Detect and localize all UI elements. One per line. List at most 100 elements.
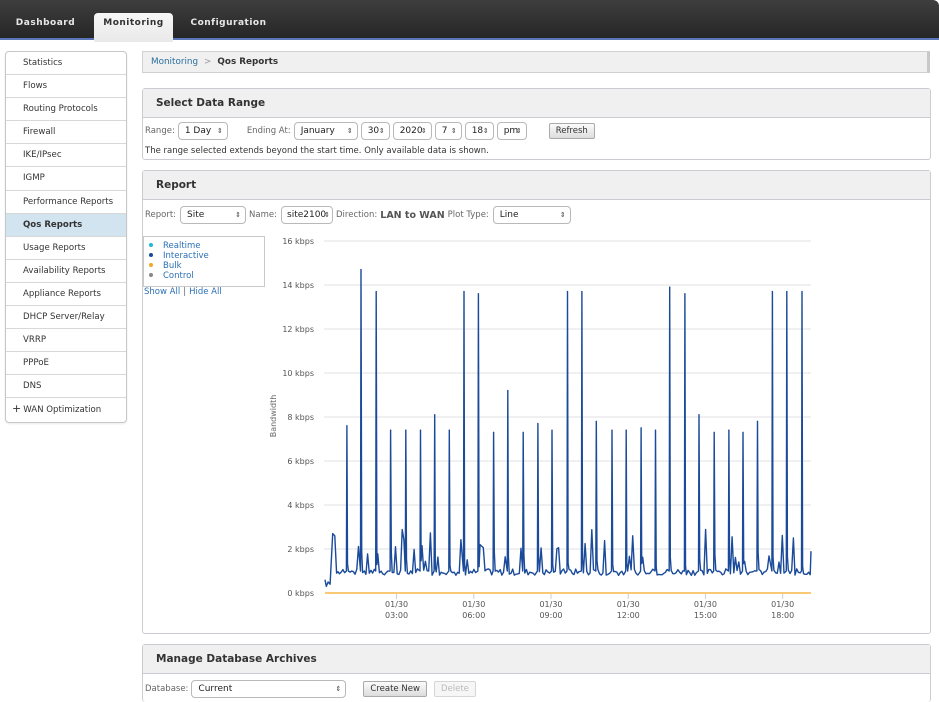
database-label: Database: xyxy=(145,684,189,694)
archives-panel: Manage Database Archives Database: Curre… xyxy=(142,644,931,702)
sidebar-item-label: IKE/IPsec xyxy=(23,150,62,161)
breadcrumb-current: Qos Reports xyxy=(217,57,279,67)
legend-item-control[interactable]: Control xyxy=(149,271,264,281)
ending-at-label: Ending At: xyxy=(246,126,291,136)
select-arrows-icon: ⇕ xyxy=(450,127,457,135)
year-value: 2020 xyxy=(399,126,423,136)
legend-dot-icon xyxy=(149,262,153,267)
refresh-button[interactable]: Refresh xyxy=(548,123,595,139)
month-value: January xyxy=(300,126,335,136)
legend-dot-icon xyxy=(149,252,153,257)
select-arrows-icon: ⇕ xyxy=(346,127,353,135)
hour-select[interactable]: 7 ⇕ xyxy=(434,122,462,140)
separator: | xyxy=(183,287,187,297)
report-controls: Report: Site ⇕ Name: site2100 ⇕ Direction:… xyxy=(145,206,571,224)
legend-item-realtime[interactable]: Realtime xyxy=(149,241,264,251)
report-label: Report: xyxy=(145,210,177,220)
sidebar-item-flows[interactable]: Flows xyxy=(6,75,126,99)
legend-item-interactive[interactable]: Interactive xyxy=(149,251,264,261)
select-arrows-icon: ⇕ xyxy=(324,211,330,219)
select-arrows-icon: ⇕ xyxy=(559,211,566,219)
select-arrows-icon: ⇕ xyxy=(515,127,522,135)
data-range-panel: Select Data Range Range: 1 Day ⇕ Ending A… xyxy=(142,88,931,160)
panel-title: Manage Database Archives xyxy=(143,645,930,674)
select-arrows-icon: ⇕ xyxy=(378,127,385,135)
direction-label: Direction: xyxy=(336,210,378,220)
sidebar-item-availability-reports[interactable]: Availability Reports xyxy=(6,260,126,283)
show-all-link[interactable]: Show All xyxy=(144,287,180,297)
create-new-button[interactable]: Create New xyxy=(363,681,427,697)
panel-title: Select Data Range xyxy=(143,89,930,118)
sidebar-item-label: Performance Reports xyxy=(23,196,114,207)
select-arrows-icon: ⇕ xyxy=(335,685,342,693)
select-arrows-icon: ⇕ xyxy=(235,211,242,219)
database-value: Current xyxy=(198,684,233,694)
tab-dashboard[interactable]: Dashboard xyxy=(8,13,83,40)
range-note: The range selected extends beyond the st… xyxy=(145,146,489,156)
tab-monitoring[interactable]: Monitoring xyxy=(94,13,173,42)
plot-type-value: Line xyxy=(499,210,519,220)
name-select[interactable]: site2100 ⇕ xyxy=(281,206,333,224)
sidebar-item-label: WAN Optimization xyxy=(23,405,102,416)
range-select[interactable]: 1 Day ⇕ xyxy=(177,122,228,140)
report-value: Site xyxy=(187,210,205,220)
chevron-right-icon: > xyxy=(204,57,212,67)
archive-controls: Database: Current ⇕ Create New Delete xyxy=(145,680,476,698)
database-select[interactable]: Current ⇕ xyxy=(191,680,347,698)
range-controls: Range: 1 Day ⇕ Ending At: January ⇕ 30 ⇕ 20… xyxy=(145,122,595,140)
legend-label: Interactive xyxy=(163,251,209,261)
sidebar-item-firewall[interactable]: Firewall xyxy=(6,121,126,145)
legend-label: Realtime xyxy=(163,241,201,251)
sidebar-item-vrrp[interactable]: VRRP xyxy=(6,329,126,353)
sidebar-item-pppoe[interactable]: PPPoE xyxy=(6,352,126,376)
select-arrows-icon: ⇕ xyxy=(482,127,489,135)
sidebar-item-usage-reports[interactable]: Usage Reports xyxy=(6,237,126,260)
breadcrumb-monitoring-link[interactable]: Monitoring xyxy=(151,57,198,67)
sidebar-item-label: VRRP xyxy=(23,335,47,346)
ampm-select[interactable]: pm ⇕ xyxy=(496,122,527,140)
sidebar-item-qos-reports[interactable]: Qos Reports xyxy=(6,213,126,237)
sidebar: Statistics Flows Routing Protocols Firew… xyxy=(5,51,127,423)
legend-label: Bulk xyxy=(163,261,182,271)
delete-button[interactable]: Delete xyxy=(433,681,476,697)
sidebar-item-igmp[interactable]: IGMP xyxy=(6,167,126,191)
tab-configuration[interactable]: Configuration xyxy=(186,13,271,40)
day-select[interactable]: 30 ⇕ xyxy=(360,122,390,140)
sidebar-item-label: PPPoE xyxy=(23,358,49,369)
sidebar-item-dhcp-server-relay[interactable]: DHCP Server/Relay xyxy=(6,306,126,330)
month-select[interactable]: January ⇕ xyxy=(293,122,358,140)
minute-select[interactable]: 18 ⇕ xyxy=(464,122,494,140)
sidebar-item-routing-protocols[interactable]: Routing Protocols xyxy=(6,98,126,122)
name-value: site2100 xyxy=(287,210,327,220)
sidebar-item-statistics[interactable]: Statistics xyxy=(6,52,126,76)
plot-type-select[interactable]: Line ⇕ xyxy=(492,206,571,224)
select-arrows-icon: ⇕ xyxy=(420,127,427,135)
legend-label: Control xyxy=(163,271,194,281)
range-label: Range: xyxy=(145,126,175,136)
plot-type-label: Plot Type: xyxy=(447,210,489,220)
sidebar-item-ike-ipsec[interactable]: IKE/IPsec xyxy=(6,144,126,168)
year-select[interactable]: 2020 ⇕ xyxy=(392,122,432,140)
sidebar-item-label: IGMP xyxy=(23,173,45,184)
sidebar-item-label: Firewall xyxy=(23,127,56,138)
report-select[interactable]: Site ⇕ xyxy=(180,206,247,224)
sidebar-item-dns[interactable]: DNS xyxy=(6,375,126,399)
panel-title: Report xyxy=(143,171,930,200)
breadcrumb: Monitoring > Qos Reports xyxy=(142,51,930,73)
sidebar-item-appliance-reports[interactable]: Appliance Reports xyxy=(6,283,126,307)
name-label: Name: xyxy=(249,210,277,220)
sidebar-item-wan-optimization[interactable]: + WAN Optimization xyxy=(6,398,126,421)
legend-item-bulk[interactable]: Bulk xyxy=(149,261,264,271)
select-arrows-icon: ⇕ xyxy=(216,127,223,135)
minute-value: 18 xyxy=(471,126,484,136)
sidebar-item-label: Statistics xyxy=(23,58,63,68)
hide-all-link[interactable]: Hide All xyxy=(189,287,222,297)
legend-dot-icon xyxy=(149,272,153,277)
range-value: 1 Day xyxy=(184,126,212,136)
sidebar-item-label: Routing Protocols xyxy=(23,104,98,115)
sidebar-item-label: DNS xyxy=(23,381,42,392)
expand-plus-icon[interactable]: + xyxy=(12,402,21,415)
sidebar-item-label: DHCP Server/Relay xyxy=(23,312,105,323)
hour-value: 7 xyxy=(441,126,448,136)
sidebar-item-performance-reports[interactable]: Performance Reports xyxy=(6,191,126,214)
